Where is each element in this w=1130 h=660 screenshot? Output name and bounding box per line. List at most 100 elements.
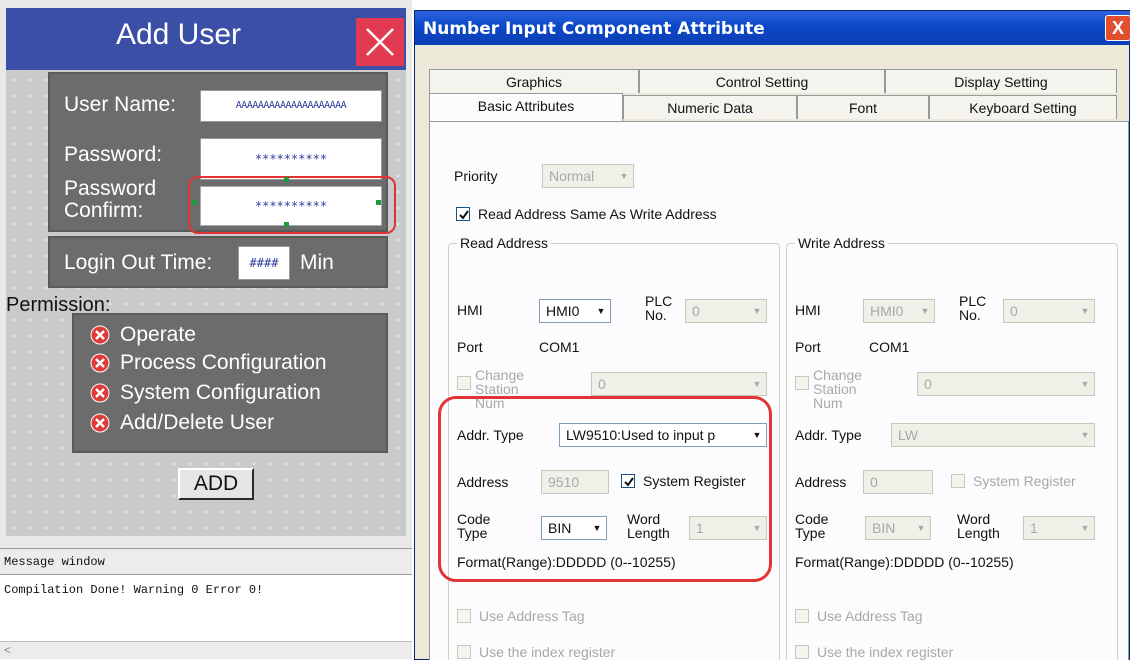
tab-display-setting[interactable]: Display Setting: [885, 69, 1117, 93]
write-hmi-select[interactable]: HMI0 ▼: [863, 299, 935, 323]
confirm-field-highlight: [188, 176, 396, 234]
hmi-screen: Add User User Name: AAAAAAAAAAAAAAAAAAAA…: [6, 8, 406, 536]
permission-box: Operate Process Configuration System Con…: [72, 313, 388, 453]
read-port-label: Port: [457, 339, 483, 355]
tab-keyboard-setting[interactable]: Keyboard Setting: [929, 95, 1117, 119]
x-circle-icon: [90, 383, 110, 403]
priority-label: Priority: [454, 168, 498, 184]
write-system-register-checkbox[interactable]: [951, 474, 965, 488]
write-word-length-select[interactable]: 1 ▼: [1023, 516, 1095, 540]
write-code-type-select[interactable]: BIN ▼: [865, 516, 931, 540]
write-word-length-value: 1: [1030, 520, 1038, 536]
write-addr-type-value: LW: [898, 427, 918, 443]
password-label: Password:: [64, 143, 163, 166]
chevron-down-icon: ▼: [592, 300, 610, 322]
write-address-group: Write Address HMI HMI0 ▼ PLC No. 0 ▼ Por…: [786, 235, 1118, 660]
selection-handle[interactable]: [284, 222, 289, 227]
tab-basic-attributes[interactable]: Basic Attributes: [429, 93, 623, 121]
read-use-index-register-checkbox[interactable]: [457, 645, 471, 659]
x-circle-icon: [90, 413, 110, 433]
chevron-down-icon: ▼: [615, 165, 633, 187]
chevron-down-icon: ▼: [1076, 424, 1094, 446]
read-plc-value: 0: [692, 303, 700, 319]
password-field[interactable]: **********: [200, 138, 382, 180]
write-code-type-label: Code Type: [795, 511, 829, 541]
username-label: User Name:: [64, 93, 177, 116]
write-code-type-value: BIN: [872, 520, 896, 536]
tab-font[interactable]: Font: [797, 95, 929, 119]
read-address-legend: Read Address: [457, 235, 551, 251]
write-change-station-label: Change Station Num: [813, 367, 863, 411]
chevron-down-icon: ▼: [748, 373, 766, 395]
write-station-value: 0: [924, 376, 932, 392]
priority-value: Normal: [549, 168, 595, 184]
read-hmi-select[interactable]: HMI0 ▼: [539, 299, 611, 323]
write-change-station-checkbox[interactable]: [795, 376, 809, 390]
write-port-label: Port: [795, 339, 821, 355]
dialog-title: Number Input Component Attribute: [423, 19, 765, 39]
write-address-field[interactable]: 0: [863, 470, 933, 494]
message-window-text: Compilation Done! Warning 0 Error 0!: [4, 583, 264, 597]
hmi-title-bar: Add User: [6, 8, 406, 70]
chevron-down-icon: ▼: [912, 517, 930, 539]
tab-graphics[interactable]: Graphics: [429, 69, 639, 93]
permission-label-text: Operate: [120, 323, 196, 346]
read-use-index-register-label: Use the index register: [479, 644, 616, 660]
priority-select[interactable]: Normal ▼: [542, 164, 634, 188]
read-station-value: 0: [598, 376, 606, 392]
message-window: Message window Compilation Done! Warning…: [0, 548, 412, 660]
tab-control-setting[interactable]: Control Setting: [639, 69, 885, 93]
login-out-time-unit: Min: [300, 251, 334, 274]
write-plc-value: 0: [1010, 303, 1018, 319]
tab-numeric-data[interactable]: Numeric Data: [623, 95, 797, 119]
write-use-index-register-label: Use the index register: [817, 644, 954, 660]
username-field[interactable]: AAAAAAAAAAAAAAAAAAAA: [200, 90, 382, 122]
write-addr-type-select[interactable]: LW ▼: [891, 423, 1095, 447]
selection-handle[interactable]: [192, 200, 197, 205]
message-window-title: Message window: [0, 549, 412, 575]
write-word-length-label: Word Length: [957, 511, 1000, 541]
read-hmi-label: HMI: [457, 302, 483, 318]
chevron-down-icon: ▼: [1076, 300, 1094, 322]
chevron-down-icon: ▼: [1076, 373, 1094, 395]
dialog-title-bar: Number Input Component Attribute X: [415, 11, 1130, 45]
addr-type-highlight: [438, 396, 772, 582]
read-plc-select[interactable]: 0 ▼: [685, 299, 767, 323]
read-use-address-tag-checkbox[interactable]: [457, 609, 471, 623]
write-addr-type-label: Addr. Type: [795, 427, 862, 443]
read-same-as-write-label: Read Address Same As Write Address: [478, 206, 717, 222]
hmi-close-button[interactable]: [356, 18, 404, 66]
permission-label-text: Add/Delete User: [120, 411, 275, 434]
hmi-title: Add User: [115, 18, 242, 51]
write-use-index-register-checkbox[interactable]: [795, 645, 809, 659]
chevron-down-icon: ▼: [1076, 517, 1094, 539]
read-hmi-value: HMI0: [546, 303, 580, 319]
read-port-value: COM1: [539, 339, 580, 355]
x-circle-icon: [90, 353, 110, 373]
chevron-down-icon: ▼: [748, 300, 766, 322]
scroll-left-icon[interactable]: <: [4, 643, 11, 657]
chevron-down-icon: ▼: [916, 300, 934, 322]
read-station-select[interactable]: 0 ▼: [591, 372, 767, 396]
write-use-address-tag-checkbox[interactable]: [795, 609, 809, 623]
write-station-select[interactable]: 0 ▼: [917, 372, 1095, 396]
selection-handle[interactable]: [284, 177, 289, 182]
write-plc-select[interactable]: 0 ▼: [1003, 299, 1095, 323]
write-plc-label: PLC No.: [959, 293, 987, 323]
hmi-editor-canvas: Add User User Name: AAAAAAAAAAAAAAAAAAAA…: [0, 0, 412, 660]
selection-handle[interactable]: [376, 200, 381, 205]
add-button[interactable]: ADD: [178, 468, 254, 500]
read-change-station-checkbox[interactable]: [457, 376, 471, 390]
permission-label-text: System Configuration: [120, 381, 321, 404]
login-out-time-field[interactable]: ####: [238, 246, 290, 280]
read-same-as-write-checkbox[interactable]: [456, 207, 470, 221]
dialog-close-button[interactable]: X: [1105, 15, 1130, 41]
permission-label-text: Process Configuration: [120, 351, 327, 374]
write-hmi-value: HMI0: [870, 303, 904, 319]
horizontal-scrollbar[interactable]: <: [0, 641, 412, 659]
write-address-label: Address: [795, 474, 847, 490]
login-out-time-label: Login Out Time:: [64, 251, 213, 274]
write-format-range: Format(Range):DDDDD (0--10255): [795, 554, 1014, 570]
read-plc-label: PLC No.: [645, 293, 673, 323]
password-confirm-label: Password Confirm:: [64, 177, 157, 222]
